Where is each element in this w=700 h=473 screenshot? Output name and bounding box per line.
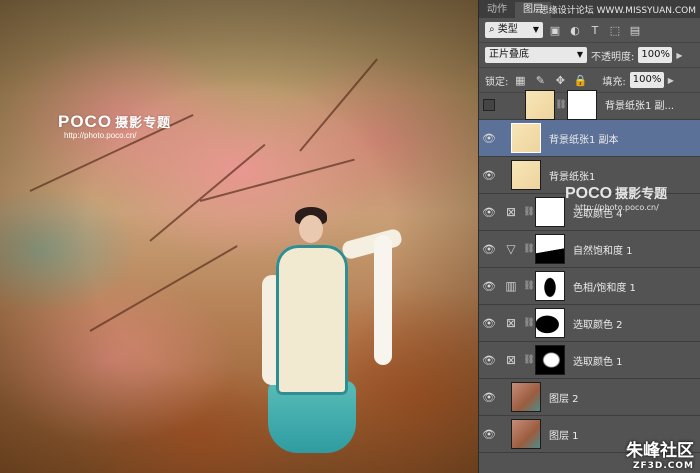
selective-color-icon[interactable]: ⊠ — [499, 353, 523, 367]
vignette — [0, 0, 478, 473]
filter-label: 类型 — [497, 24, 518, 35]
layer-row[interactable]: 👁 背景纸张1 — [479, 157, 700, 194]
eye-icon[interactable]: 👁 — [479, 243, 499, 256]
layer-row[interactable]: 👁 图层 2 — [479, 379, 700, 416]
layer-row-selected[interactable]: 👁 背景纸张1 副本 — [479, 120, 700, 157]
eye-icon[interactable]: 👁 — [479, 169, 499, 182]
eye-icon[interactable]: 👁 — [479, 280, 499, 293]
layer-mask-thumbnail[interactable] — [535, 197, 565, 227]
brand-watermark: 朱峰社区 ZF3D.COM — [626, 436, 694, 471]
brand-url: ZF3D.COM — [632, 461, 694, 471]
layer-name[interactable]: 背景纸张1 副本 — [549, 131, 619, 146]
layer-row[interactable]: 👁 ⊠ ⛓ 选取颜色 2 — [479, 305, 700, 342]
brand-name: 朱峰社区 — [626, 441, 694, 461]
layer-name[interactable]: 图层 2 — [549, 390, 579, 405]
lock-position-icon[interactable]: ✥ — [552, 72, 568, 88]
eye-icon[interactable]: 👁 — [479, 132, 499, 145]
hue-saturation-icon[interactable]: ▥ — [499, 279, 523, 293]
opacity-label: 不透明度: — [591, 51, 635, 63]
eye-icon[interactable]: 👁 — [479, 354, 499, 367]
site-watermark: 思缘设计论坛 WWW.MISSYUAN.COM — [539, 6, 696, 16]
layer-filter-select[interactable]: ⌕ 类型 ▼ — [485, 22, 543, 38]
layer-row[interactable]: ⛓ 背景纸张1 副... — [479, 90, 700, 120]
link-chain-icon[interactable]: ⛓ — [555, 100, 567, 110]
fill-field[interactable]: 100% — [629, 72, 664, 88]
filter-shape-icon[interactable]: ⬚ — [607, 22, 623, 38]
eye-icon[interactable]: 👁 — [479, 317, 499, 330]
layer-row[interactable]: 👁 ⊠ ⛓ 选取颜色 1 — [479, 342, 700, 379]
lock-label: 锁定: — [485, 76, 509, 88]
layer-mask-thumbnail[interactable] — [535, 345, 565, 375]
layer-name[interactable]: 背景纸张1 — [549, 168, 595, 183]
layer-name[interactable]: 色相/饱和度 1 — [573, 279, 636, 294]
document-canvas[interactable]: POCO 摄影专题 http://photo.poco.cn/ — [0, 0, 478, 473]
blend-mode-value: 正片叠底 — [489, 49, 529, 60]
layer-name[interactable]: 选取颜色 2 — [573, 316, 623, 331]
layer-name[interactable]: 自然饱和度 1 — [573, 242, 633, 257]
layer-row[interactable]: 👁 ⊠ ⛓ 选取颜色 4 — [479, 194, 700, 231]
layer-mask-thumbnail[interactable] — [567, 90, 597, 120]
empty-visibility-box-icon — [483, 98, 495, 111]
filter-pixel-icon[interactable]: ▣ — [547, 22, 563, 38]
layer-row[interactable]: 👁 ▽ ⛓ 自然饱和度 1 — [479, 231, 700, 268]
layers-panel: 动作 图层 思缘设计论坛 WWW.MISSYUAN.COM ⌕ 类型 ▼ ▣ ◐… — [478, 0, 700, 473]
lock-all-icon[interactable]: 🔒 — [572, 72, 588, 88]
layer-thumbnail[interactable] — [525, 90, 555, 120]
robe — [276, 245, 348, 395]
layer-thumbnail[interactable] — [511, 160, 541, 190]
vibrance-icon[interactable]: ▽ — [499, 242, 523, 256]
poco-logo-text: POCO — [58, 112, 113, 131]
layer-thumbnail[interactable] — [511, 382, 541, 412]
fill-label: 填充: — [602, 76, 626, 88]
layer-name[interactable]: 选取颜色 4 — [573, 205, 623, 220]
filter-type-icon[interactable]: T — [587, 22, 603, 38]
blend-mode-select[interactable]: 正片叠底 ▼ — [485, 47, 587, 63]
woman-figure — [262, 205, 404, 465]
layer-row[interactable]: 👁 ▥ ⛓ 色相/饱和度 1 — [479, 268, 700, 305]
layer-mask-thumbnail[interactable] — [535, 271, 565, 301]
filter-smart-object-icon[interactable]: ▤ — [627, 22, 643, 38]
link-chain-icon[interactable]: ⛓ — [523, 281, 535, 291]
poco-logo-subtitle: 摄影专题 — [115, 115, 172, 130]
selective-color-icon[interactable]: ⊠ — [499, 205, 523, 219]
search-icon: ⌕ — [489, 24, 495, 35]
eye-icon[interactable]: 👁 — [479, 206, 499, 219]
link-chain-icon[interactable]: ⛓ — [523, 207, 535, 217]
lock-image-icon[interactable]: ✎ — [532, 72, 548, 88]
head — [299, 215, 323, 243]
scarf — [374, 235, 392, 365]
layer-mask-thumbnail[interactable] — [535, 234, 565, 264]
chevron-down-icon: ▼ — [576, 50, 583, 59]
blend-row: 正片叠底 ▼ 不透明度: 100% ▶ — [479, 43, 700, 68]
filter-adjustment-icon[interactable]: ◐ — [567, 22, 583, 38]
poco-watermark-logo: POCO 摄影专题 — [58, 112, 171, 132]
chevron-down-icon: ▼ — [532, 25, 539, 34]
right-sleeve — [340, 227, 404, 261]
opacity-slider-arrow-icon[interactable]: ▶ — [676, 51, 682, 60]
poco-watermark-url: http://photo.poco.cn/ — [64, 131, 137, 140]
visibility-toggle-off[interactable] — [479, 98, 499, 111]
layer-filter-row: ⌕ 类型 ▼ ▣ ◐ T ⬚ ▤ — [479, 18, 700, 43]
selective-color-icon[interactable]: ⊠ — [499, 316, 523, 330]
layer-name[interactable]: 背景纸张1 副... — [605, 97, 674, 112]
layer-mask-thumbnail[interactable] — [535, 308, 565, 338]
link-chain-icon[interactable]: ⛓ — [523, 355, 535, 365]
layer-name[interactable]: 选取颜色 1 — [573, 353, 623, 368]
panel-tabs: 动作 图层 思缘设计论坛 WWW.MISSYUAN.COM — [479, 0, 700, 18]
link-chain-icon[interactable]: ⛓ — [523, 318, 535, 328]
lock-transparent-icon[interactable]: ▦ — [512, 72, 528, 88]
link-chain-icon[interactable]: ⛓ — [523, 244, 535, 254]
eye-icon[interactable]: 👁 — [479, 391, 499, 404]
layer-thumbnail[interactable] — [511, 123, 541, 153]
layers-list: ⛓ 背景纸张1 副... 👁 背景纸张1 副本 👁 背景纸张1 👁 ⊠ ⛓ 选取… — [479, 90, 700, 473]
layer-name[interactable]: 图层 1 — [549, 427, 579, 442]
layer-thumbnail[interactable] — [511, 419, 541, 449]
fill-slider-arrow-icon[interactable]: ▶ — [668, 76, 674, 85]
eye-icon[interactable]: 👁 — [479, 428, 499, 441]
tab-actions[interactable]: 动作 — [479, 2, 515, 18]
opacity-field[interactable]: 100% — [638, 47, 673, 63]
